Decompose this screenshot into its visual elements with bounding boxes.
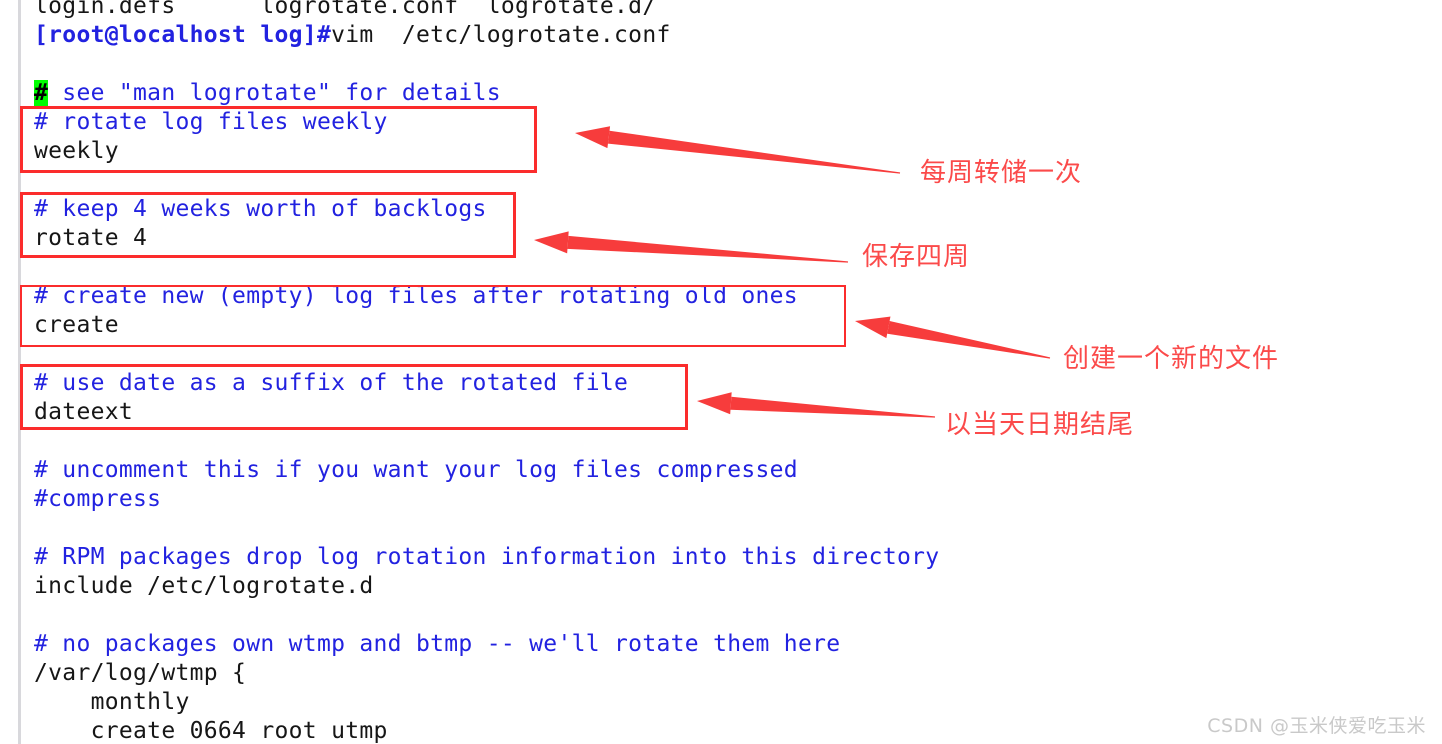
terminal-line-dir-listing: login.defs logrotate.conf logrotate.d/ <box>34 0 657 19</box>
annotation-label-weekly: 每周转储一次 <box>920 158 1083 188</box>
csdn-watermark: CSDN @玉米侠爱吃玉米 <box>1207 715 1426 737</box>
terminal-line-code-dateext: dateext <box>34 399 134 425</box>
terminal-line-code-wtmp-open: /var/log/wtmp { <box>34 660 247 686</box>
annotation-label-create: 创建一个新的文件 <box>1063 344 1280 374</box>
comment-man-text: see "man logrotate" for details <box>48 80 501 106</box>
terminal-line-shell-prompt: [root@localhost log]#vim /etc/logrotate.… <box>34 21 671 50</box>
terminal-line-comment-create: # create new (empty) log files after rot… <box>34 283 798 309</box>
shell-prompt-label: [root@localhost log]# <box>34 22 332 48</box>
terminal-line-code-create-0664: create 0664 root utmp <box>34 718 388 744</box>
terminal-line-code-monthly: monthly <box>34 689 190 715</box>
terminal-line-comment-weekly: # rotate log files weekly <box>34 109 388 135</box>
terminal-line-comment-dateext: # use date as a suffix of the rotated fi… <box>34 370 629 396</box>
terminal-line-code-include: include /etc/logrotate.d <box>34 573 374 599</box>
annotation-label-rotate-4: 保存四周 <box>862 242 971 272</box>
terminal-line-comment-man: # see "man logrotate" for details <box>34 79 501 108</box>
shell-command: vim /etc/logrotate.conf <box>331 22 671 48</box>
terminal-line-comment-compress: # uncomment this if you want your log fi… <box>34 457 798 483</box>
gutter-rule <box>18 0 21 744</box>
terminal-line-code-compress: #compress <box>34 486 162 512</box>
terminal-line-comment-rpm: # RPM packages drop log rotation informa… <box>34 544 940 570</box>
annotation-label-dateext: 以当天日期结尾 <box>945 410 1135 440</box>
terminal-line-comment-wtmp: # no packages own wtmp and btmp -- we'll… <box>34 631 841 657</box>
vim-cursor: # <box>34 80 49 106</box>
terminal-line-code-rotate-4: rotate 4 <box>34 225 148 251</box>
terminal-line-comment-backlogs: # keep 4 weeks worth of backlogs <box>34 196 487 222</box>
terminal-line-code-weekly: weekly <box>34 138 119 164</box>
terminal-line-code-create: create <box>34 312 119 338</box>
